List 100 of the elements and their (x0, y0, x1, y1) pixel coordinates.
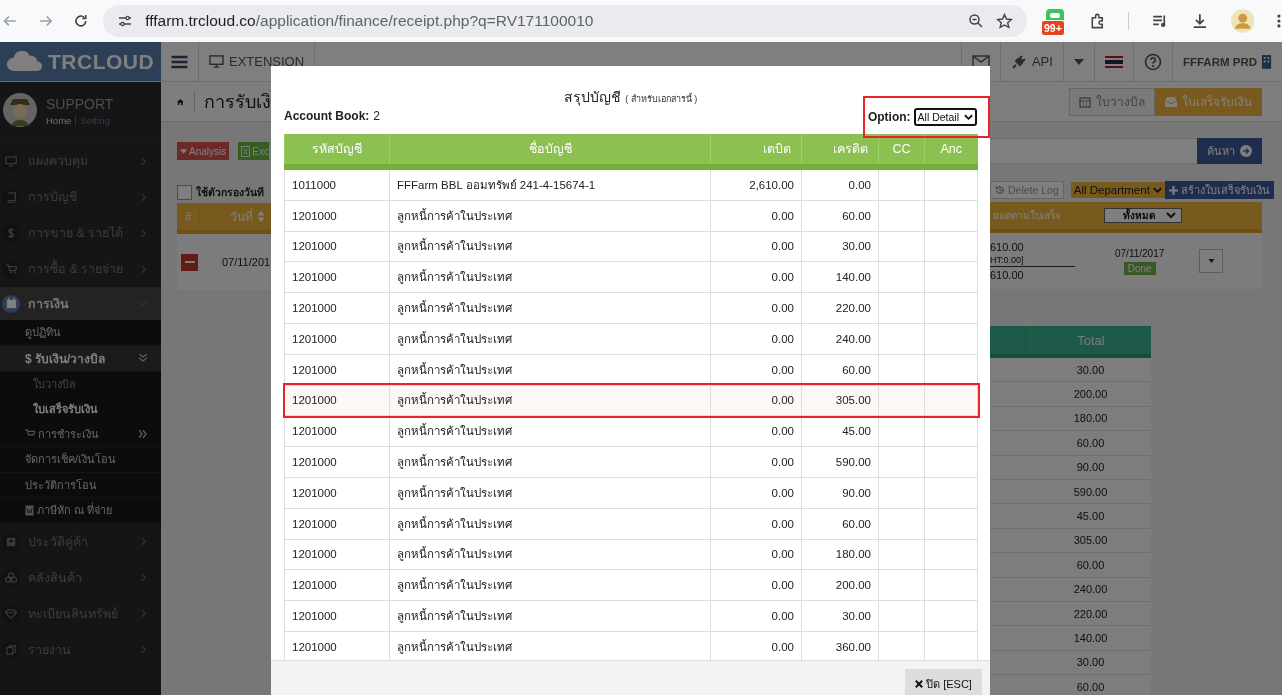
table-cell-text: 180.00 (1072, 411, 1109, 427)
table-cell: ลูกหนี้การค้าในประเทศ (389, 323, 711, 355)
sidebar-subitem[interactable]: ประวัติการโอน (0, 472, 161, 498)
address-bar[interactable]: fffarm.trcloud.co/application/finance/receipt.php?q=RV171100010 (103, 5, 1027, 37)
column-header: # (177, 209, 200, 224)
minus-icon (184, 261, 195, 263)
profile-link[interactable]: Home (46, 115, 72, 126)
table-cell: 140.00 (801, 261, 879, 293)
help-icon (1143, 52, 1162, 71)
caret-icon (180, 148, 187, 154)
chevron-down-icon (1166, 212, 1176, 219)
caret-icon (1207, 259, 1215, 263)
table-cell-text: 30.00 (1075, 655, 1106, 671)
chevron-down-icon (964, 113, 973, 121)
menu-icon[interactable] (1276, 13, 1282, 29)
column-header: เดบิต (710, 134, 802, 167)
sidebar-subitem[interactable]: ใบเสร็จรับเงิน (0, 396, 161, 422)
cubes-icon (5, 572, 17, 583)
app-logo[interactable]: TRCLOUD (0, 42, 161, 81)
table-cell: ลูกหนี้การค้าในประเทศ (389, 200, 711, 232)
avatar-icon[interactable] (1230, 9, 1255, 33)
table-cell: 1201000 (284, 508, 390, 540)
sort-icon (257, 211, 265, 222)
reload-icon[interactable] (73, 13, 90, 29)
table-cell: ลูกหนี้การค้าในประเทศ (389, 569, 711, 601)
sidebar-subitem[interactable]: $ รับเงิน/วางบิล (0, 345, 161, 372)
row-menu-button[interactable] (1199, 249, 1224, 273)
table-cell: 0.00 (710, 569, 802, 601)
sidebar-item[interactable]: การเงิน (0, 287, 161, 320)
calendar-icon (5, 298, 17, 309)
sidebar-subitem[interactable]: ดูปฏิทิน (0, 320, 161, 346)
chevron-right-icon (140, 229, 147, 237)
table-cell-text: 60.00 (1075, 557, 1106, 573)
table-cell: 30.00 (801, 231, 879, 262)
monitor-icon (209, 55, 224, 68)
table-cell: 590.00 (801, 446, 879, 478)
api-link[interactable]: API (999, 42, 1063, 81)
table-cell: 07/11/201 (222, 256, 271, 268)
option-label: Option: (867, 110, 911, 124)
create-receipt-button[interactable]: สร้างใบเสร็จรับเงิน (1164, 181, 1274, 199)
star-icon[interactable] (995, 12, 1013, 30)
table-cell: 1201000 (284, 415, 390, 447)
excel-icon (241, 145, 251, 157)
table-cell: 1201000 (284, 600, 390, 632)
sidebar-subitem[interactable]: จัดการเช็ค/เงินโอน (0, 447, 161, 473)
table-cell: ลูกหนี้การค้าในประเทศ (389, 292, 711, 324)
excel-button[interactable]: Exc (238, 142, 269, 160)
table-cell: ลูกหนี้การค้าในประเทศ (389, 477, 711, 509)
table-cell: 0.00 (710, 600, 802, 632)
page-title: การรับเงิ (204, 91, 271, 114)
sidebar-subitem[interactable]: การชำระเงิน (0, 421, 161, 447)
cloud-icon (6, 51, 44, 72)
contact-icon (6, 536, 16, 547)
search-field[interactable] (990, 138, 1197, 164)
table-cell-text: 60.00 (1075, 679, 1106, 695)
table-cell: 0.00 (710, 261, 802, 293)
table-cell: 0.00 (801, 167, 879, 201)
table-cell: 1201000 (284, 539, 390, 570)
chevron-right-icon (140, 538, 147, 545)
forward-icon[interactable] (37, 13, 54, 29)
table-cell: 45.00 (801, 415, 879, 447)
chevron-right-icon (140, 193, 147, 201)
table-cell-text: 590.00 (1072, 484, 1109, 500)
table-cell: 60.00 (801, 508, 879, 540)
company-link[interactable]: FFFARM PRD (1171, 42, 1282, 81)
search-button[interactable]: ค้นหา (1197, 138, 1262, 164)
table-cell: 07/11/2017 (1115, 247, 1165, 259)
copy-icon (6, 644, 16, 655)
chevron-right-icon (140, 157, 147, 165)
table-cell: 1201000 (284, 477, 390, 509)
option-dropdown[interactable]: All Detail (913, 108, 977, 126)
status-dropdown[interactable]: ทั้งหมด (1104, 208, 1182, 223)
table-cell: 0.00 (710, 385, 802, 416)
column-header: ยอดตามใบเสร็จ (992, 208, 1061, 223)
close-button[interactable]: ปิด [ESC] (905, 669, 982, 695)
zoom-icon[interactable] (967, 13, 984, 29)
sidebar-subitem[interactable]: ภาษีหัก ณ ที่จ่าย (0, 498, 161, 524)
table-cell: 0.00 (710, 415, 802, 447)
remove-button[interactable] (181, 253, 198, 271)
dollar-icon (7, 227, 15, 239)
table-cell: 180.00 (801, 539, 879, 570)
table-cell-text: 90.00 (1075, 460, 1106, 476)
table-cell: 0.00 (710, 446, 802, 478)
table-cell: 1201000 (284, 261, 390, 293)
double-chevron-right-icon (139, 429, 147, 438)
back-icon[interactable] (2, 13, 18, 29)
checkbox[interactable] (177, 184, 192, 200)
url-text: fffarm.trcloud.co/application/finance/receipt.php?q=RV171100010 (145, 12, 595, 30)
table-cell: 220.00 (801, 292, 879, 324)
department-dropdown[interactable]: All Department (1070, 182, 1165, 198)
table-cell: 1201000 (284, 292, 390, 324)
double-chevron-down-icon (139, 354, 147, 362)
table-cell: 240.00 (801, 323, 879, 355)
chevron-right-icon (140, 265, 147, 273)
analysis-button[interactable]: Analysis (177, 142, 230, 160)
inbox-icon (1165, 96, 1177, 107)
tune-icon[interactable] (117, 13, 134, 29)
table-cell: 2,610.00 (710, 167, 802, 201)
column-header: Anc (924, 134, 978, 167)
table-cell: 60.00 (801, 200, 879, 232)
